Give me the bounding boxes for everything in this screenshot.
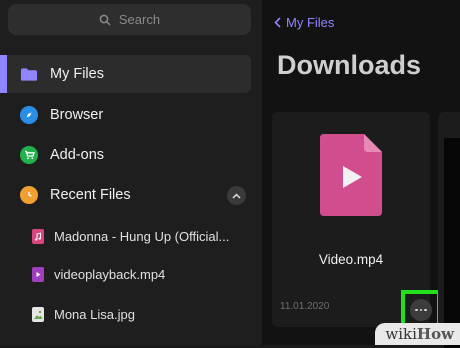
main-panel: My Files Downloads Video.mp4 11.01.2020 bbox=[262, 0, 460, 348]
search-icon bbox=[99, 14, 111, 26]
sidebar-item-recent-files[interactable]: Recent Files bbox=[20, 184, 131, 206]
video-file-icon bbox=[32, 266, 44, 282]
recent-file-item[interactable]: Mona Lisa.jpg bbox=[32, 304, 135, 324]
sidebar-item-browser[interactable]: Browser bbox=[20, 104, 103, 126]
clock-icon bbox=[20, 186, 38, 204]
watermark: wiki How bbox=[375, 323, 460, 345]
recent-file-item[interactable]: videoplayback.mp4 bbox=[32, 264, 165, 284]
chevron-up-icon bbox=[232, 192, 241, 199]
page-title: Downloads bbox=[277, 50, 422, 80]
search-placeholder: Search bbox=[118, 12, 161, 27]
sidebar-item-add-ons[interactable]: Add-ons bbox=[20, 144, 104, 166]
collapse-recent-button[interactable] bbox=[227, 186, 246, 205]
video-file-icon bbox=[320, 134, 382, 221]
recent-file-name: Mona Lisa.jpg bbox=[54, 306, 135, 322]
sidebar-item-my-files[interactable]: My Files bbox=[20, 63, 104, 85]
sidebar-item-label: Add-ons bbox=[50, 147, 105, 163]
back-label: My Files bbox=[286, 15, 335, 30]
recent-file-name: videoplayback.mp4 bbox=[54, 266, 166, 282]
recent-file-item[interactable]: Madonna - Hung Up (Official... bbox=[32, 226, 229, 246]
file-name: Video.mp4 bbox=[318, 252, 384, 267]
back-button[interactable]: My Files bbox=[274, 15, 334, 30]
file-card[interactable]: Video.mp4 11.01.2020 bbox=[272, 112, 441, 330]
image-file-icon bbox=[32, 306, 44, 322]
sidebar: Search My Files Browser Add-ons Recent F… bbox=[0, 0, 262, 345]
folder-icon bbox=[20, 65, 38, 83]
sidebar-item-label: Recent Files bbox=[50, 187, 131, 203]
more-icon bbox=[410, 299, 432, 321]
sidebar-item-label: Browser bbox=[50, 107, 104, 123]
file-card[interactable] bbox=[438, 112, 460, 348]
cart-icon bbox=[20, 146, 38, 164]
audio-file-icon bbox=[32, 228, 44, 244]
file-thumbnail bbox=[444, 138, 460, 348]
compass-icon bbox=[20, 106, 38, 124]
search-input[interactable]: Search bbox=[8, 4, 251, 35]
chevron-left-icon bbox=[274, 17, 281, 28]
recent-file-name: Madonna - Hung Up (Official... bbox=[54, 228, 230, 244]
file-date: 11.01.2020 bbox=[280, 301, 330, 312]
sidebar-item-label: My Files bbox=[50, 66, 104, 82]
